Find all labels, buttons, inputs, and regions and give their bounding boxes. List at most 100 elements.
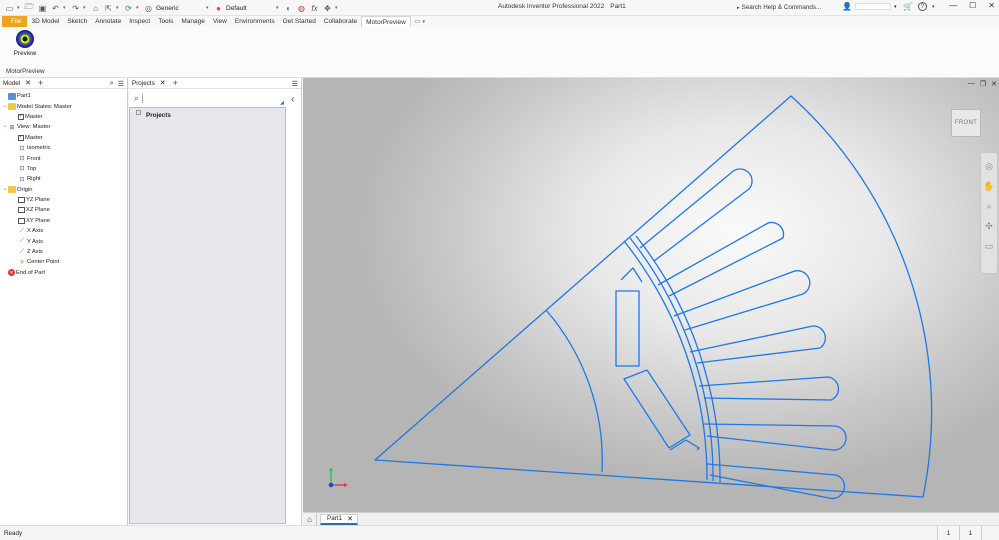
orbit-icon[interactable]: ✣ [982, 219, 996, 233]
tab-environments[interactable]: Environments [231, 16, 279, 27]
ribbon-display-icon: ▭ [414, 19, 421, 25]
graphics-viewport[interactable]: — ❐ ✕ FRONT ◎ ✋ ⌕ ✣ ▭ [303, 78, 999, 512]
redo-dropdown-icon[interactable]: ▾ [83, 5, 88, 11]
tab-annotate[interactable]: Annotate [91, 16, 125, 27]
redo-icon[interactable]: ↷ [70, 3, 81, 14]
tab-get-started[interactable]: Get Started [279, 16, 320, 27]
tab-motorpreview[interactable]: MotorPreview [361, 16, 411, 27]
save-icon[interactable]: ▣ [37, 3, 48, 14]
open-folder-icon[interactable]: 🗁 [24, 2, 35, 14]
help-button[interactable]: ? [917, 2, 927, 11]
appearance-dropdown-icon[interactable]: ▾ [276, 5, 281, 11]
tab-3d-model[interactable]: 3D Model [27, 16, 63, 27]
help-dropdown-icon[interactable]: ▾ [932, 4, 935, 10]
select-dropdown-icon[interactable]: ▾ [116, 5, 121, 11]
undo-dropdown-icon[interactable]: ▾ [63, 5, 68, 11]
tab-projects[interactable]: Projects ✕ [132, 79, 170, 88]
menu-icon[interactable]: ☰ [118, 80, 124, 88]
tree-item[interactable]: − ⊞ View: Master [0, 122, 127, 132]
user-account[interactable]: 👤 ▾ [842, 2, 896, 11]
tab-inspect[interactable]: Inspect [125, 16, 154, 27]
projects-search[interactable]: ⌕ [134, 93, 144, 104]
tree-item[interactable]: ✕ End of Part [0, 268, 127, 278]
maximize-icon[interactable]: ☐ [969, 1, 976, 10]
help-search[interactable]: ▸ Search Help & Commands... [737, 2, 833, 13]
tree-item[interactable]: − Origin [0, 185, 127, 195]
minimize-view-icon[interactable]: — [968, 80, 975, 88]
ribbon-display-toggle[interactable]: ▭ ▾ [411, 16, 429, 27]
user-dropdown-icon[interactable]: ▾ [894, 4, 897, 10]
adjust-icon[interactable]: ◐ [283, 3, 294, 14]
measure-icon[interactable]: ✥ [322, 3, 333, 14]
tab-sketch[interactable]: Sketch [63, 16, 91, 27]
steering-wheel-icon[interactable]: ◎ [982, 159, 996, 173]
tree-item[interactable]: ⊡ Top [0, 164, 127, 174]
tree-item[interactable]: ✓ Master [0, 133, 127, 143]
new-dropdown-icon[interactable]: ▾ [17, 5, 22, 11]
tree-item[interactable]: ✓ Master [0, 112, 127, 122]
close-icon[interactable]: ✕ [25, 79, 31, 87]
material-select[interactable]: Generic [156, 5, 204, 12]
tree-item-label: Master [25, 113, 43, 120]
stator-slot [657, 221, 785, 297]
search-icon[interactable]: ⌕ [110, 80, 114, 88]
undo-icon[interactable]: ↶ [50, 3, 61, 14]
select-icon[interactable]: ⇱ [103, 3, 114, 14]
close-icon[interactable]: ✕ [347, 515, 353, 523]
tab-collaborate[interactable]: Collaborate [320, 16, 361, 27]
search-input[interactable]: Search Help & Commands... [742, 4, 822, 11]
viewcube[interactable]: FRONT [951, 109, 981, 137]
update-icon[interactable]: ⟳ [123, 3, 134, 14]
search-icon[interactable]: ⌕ [134, 93, 139, 103]
close-window-icon[interactable]: ✕ [988, 1, 995, 10]
tree-item[interactable]: XY Plane [0, 216, 127, 226]
model-browser: Model ✕ + ⌕ ☰ Part1− Model States: Master ✓… [0, 78, 128, 525]
tree-item[interactable]: XZ Plane [0, 205, 127, 215]
tab-model[interactable]: Model ✕ [3, 79, 35, 88]
appearance-icon[interactable]: ● [213, 3, 224, 14]
close-view-icon[interactable]: ✕ [991, 80, 997, 88]
zoom-icon[interactable]: ⌕ [982, 199, 996, 213]
minimize-icon[interactable]: — [949, 1, 957, 10]
parameters-button[interactable]: fx [309, 3, 320, 14]
plane-icon [18, 207, 25, 214]
close-icon[interactable]: ✕ [160, 79, 166, 87]
preview-button[interactable]: Preview [12, 30, 38, 57]
tree-item[interactable]: YZ Plane [0, 195, 127, 205]
tab-file[interactable]: File [2, 16, 28, 27]
pan-icon[interactable]: ✋ [982, 179, 996, 193]
tree-item[interactable]: ✢ Center Point [0, 257, 127, 267]
tree-item[interactable]: ⟋ X Axis [0, 226, 127, 236]
home-icon[interactable]: ⌂ [90, 3, 101, 14]
restore-view-icon[interactable]: ❐ [980, 80, 986, 88]
customize-qat-icon[interactable]: ▾ [335, 5, 340, 11]
new-file-icon[interactable]: ▭ [4, 3, 15, 14]
menu-icon[interactable]: ☰ [292, 80, 298, 88]
home-icon[interactable]: ⌂ [303, 513, 317, 525]
tab-tools[interactable]: Tools [154, 16, 177, 27]
tree-item[interactable]: Part1 [0, 91, 127, 101]
projects-header-checkbox[interactable] [136, 110, 141, 115]
tab-view[interactable]: View [209, 16, 231, 27]
document-tabs: ⌂ Part1 ✕ [303, 512, 999, 525]
ribbon-panel-label: MotorPreview [6, 68, 45, 75]
appearance-select[interactable]: Default [226, 5, 274, 12]
tree-item[interactable]: ⟋ Z Axis [0, 247, 127, 257]
tab-manage[interactable]: Manage [177, 16, 209, 27]
add-browser-icon[interactable]: + [38, 78, 43, 88]
cart-icon[interactable]: 🛒 [903, 2, 913, 11]
search-dropdown-icon[interactable]: ▸ [737, 5, 740, 11]
tree-item[interactable]: ⟋ Y Axis [0, 236, 127, 246]
tree-item[interactable]: ⊡ Right [0, 174, 127, 184]
look-at-icon[interactable]: ▭ [982, 239, 996, 253]
material-dropdown-icon[interactable]: ▾ [206, 5, 211, 11]
clear-appearance-icon[interactable]: ◍ [296, 3, 307, 14]
tree-item[interactable]: ⊡ Front [0, 153, 127, 163]
collapse-panel-icon[interactable]: ‹ [291, 94, 294, 105]
update-dropdown-icon[interactable]: ▾ [136, 5, 141, 11]
material-icon[interactable]: ◎ [143, 3, 154, 14]
tree-item[interactable]: ⊡ Isometric [0, 143, 127, 153]
add-browser-icon[interactable]: + [173, 78, 178, 88]
tree-item[interactable]: − Model States: Master [0, 101, 127, 111]
document-tab-part1[interactable]: Part1 ✕ [320, 513, 358, 525]
